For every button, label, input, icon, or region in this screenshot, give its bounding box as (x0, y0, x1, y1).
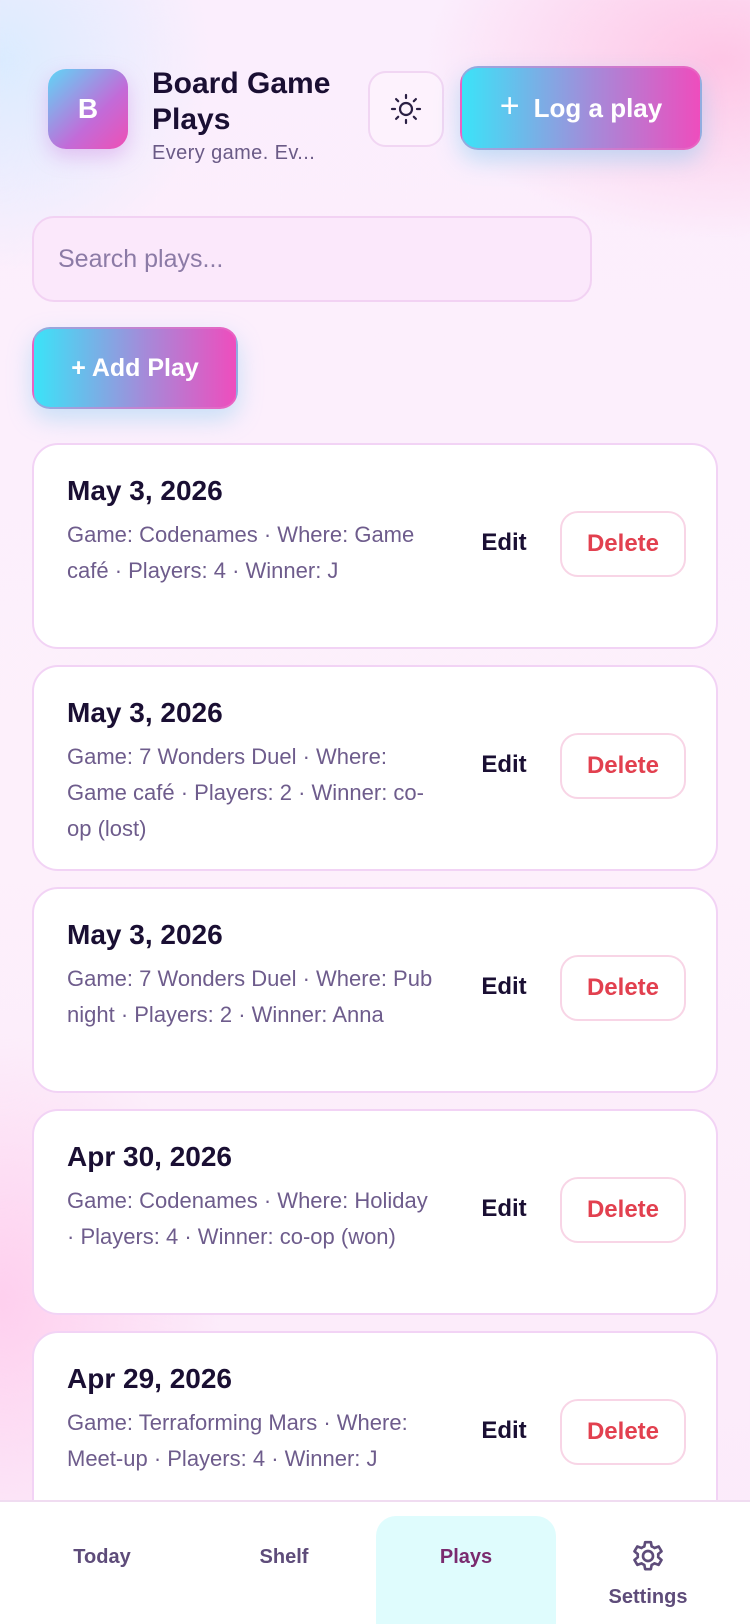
nav-label-plays: Plays (439, 1546, 493, 1568)
play-details: Game: 7 Wonders Duel · Where: Pub night … (67, 966, 433, 1027)
play-details: Game: 7 Wonders Duel · Where: Game café … (67, 744, 424, 841)
bottom-nav: Today Shelf Plays Settings (0, 1500, 750, 1624)
edit-button[interactable]: Edit (464, 511, 544, 575)
log-a-play-label: Log a play (533, 92, 663, 123)
play-card: May 3, 2026 Game: Codenames · Where: Gam… (32, 443, 718, 649)
play-details: Game: Codenames · Where: Game café · Pla… (67, 522, 415, 583)
gear-icon (633, 1540, 663, 1571)
play-card: May 3, 2026 Game: 7 Wonders Duel · Where… (32, 887, 718, 1093)
edit-button[interactable]: Edit (464, 733, 544, 797)
edit-button[interactable]: Edit (464, 1177, 544, 1241)
delete-button[interactable]: Delete (560, 955, 686, 1021)
play-date: Apr 30, 2026 (67, 1141, 232, 1172)
play-card: May 3, 2026 Game: 7 Wonders Duel · Where… (32, 665, 718, 871)
log-a-play-button[interactable]: + Log a play (460, 66, 702, 150)
play-card: Apr 30, 2026 Game: Codenames · Where: Ho… (32, 1109, 718, 1315)
nav-label-settings: Settings (608, 1586, 688, 1608)
title-block: Board Game Plays Every game. Ev... (152, 66, 352, 165)
play-date: May 3, 2026 (67, 475, 223, 506)
nav-tab-settings[interactable]: Settings (558, 1502, 738, 1624)
play-date: May 3, 2026 (67, 919, 223, 950)
edit-button[interactable]: Edit (464, 955, 544, 1019)
nav-tab-shelf[interactable]: Shelf (194, 1502, 374, 1624)
delete-button[interactable]: Delete (560, 511, 686, 577)
delete-button[interactable]: Delete (560, 733, 686, 799)
app-title: Board Game Plays (152, 67, 331, 136)
theme-toggle-button[interactable] (368, 71, 444, 147)
app-subtitle: Every game. Ev... (152, 142, 316, 164)
delete-button[interactable]: Delete (560, 1399, 686, 1465)
app-header: B Board Game Plays Every game. Ev... + L… (48, 66, 702, 164)
nav-label-today: Today (73, 1546, 131, 1568)
nav-label-shelf: Shelf (259, 1546, 309, 1568)
nav-tab-today[interactable]: Today (12, 1502, 192, 1624)
play-details: Game: Codenames · Where: Holiday · Playe… (67, 1188, 428, 1249)
play-details: Game: Terraforming Mars · Where: Meet-up… (67, 1410, 408, 1471)
app-logo: B (48, 69, 128, 149)
search-input[interactable] (32, 216, 592, 302)
logo-letter: B (77, 93, 99, 124)
play-date: Apr 29, 2026 (67, 1363, 232, 1394)
delete-button[interactable]: Delete (560, 1177, 686, 1243)
edit-button[interactable]: Edit (464, 1399, 544, 1463)
nav-tab-plays[interactable]: Plays (376, 1516, 556, 1624)
play-date: May 3, 2026 (67, 697, 223, 728)
add-play-button[interactable]: + Add Play (32, 327, 238, 409)
plus-icon: + (499, 87, 520, 125)
sun-icon (390, 93, 422, 125)
